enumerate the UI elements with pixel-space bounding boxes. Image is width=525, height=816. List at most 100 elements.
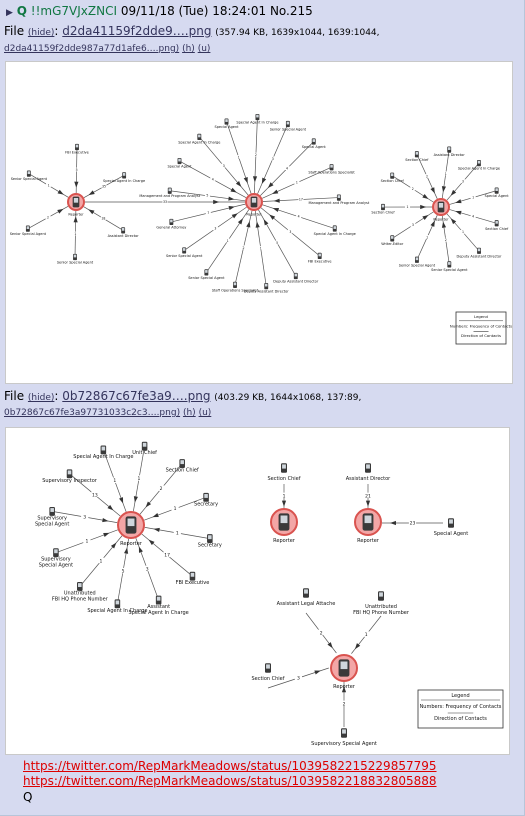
phone-screen-icon	[208, 535, 212, 540]
attached-image-2[interactable]: 1 Unit Chief 2 Section Chief 1 Secretary 1 Secr…	[5, 427, 510, 755]
direction-arrow-icon	[246, 221, 251, 228]
contact-node-label: Assistant Legal Attache	[277, 601, 336, 607]
contact-node-label: Assistant Director	[108, 234, 140, 238]
phone-screen-icon	[379, 592, 383, 597]
file-name-link[interactable]: 0b72867c67fe3a9….png	[62, 389, 210, 403]
direction-arrow-icon	[57, 208, 64, 214]
contact-count: 17	[299, 198, 303, 202]
file-u-link[interactable]: (u)	[198, 44, 211, 54]
contact-node-label: Section Chief	[485, 227, 509, 231]
phone-screen-icon	[304, 589, 308, 594]
twitter-link-1[interactable]: https://twitter.com/RepMarkMeadows/statu…	[23, 759, 437, 774]
contact-node-label: Special Agent In Charge	[87, 608, 147, 614]
direction-arrow-icon	[152, 513, 159, 518]
direction-arrow-icon	[73, 216, 78, 223]
phone-screen-icon	[264, 283, 268, 287]
file-meta: (403.29 KB, 1644x1068, 137:89,	[214, 393, 362, 403]
contact-node-label: Unit Chief	[132, 450, 157, 456]
contact-count: 4	[286, 167, 288, 171]
legend-title: Legend	[451, 693, 469, 699]
poster-name: Q	[16, 4, 27, 18]
phone-screen-icon	[477, 160, 481, 164]
contact-node-label: FBI HQ Phone Number	[353, 610, 410, 616]
phone-screen-icon	[330, 164, 333, 168]
direction-arrow-icon	[422, 193, 429, 199]
contact-node-label: Section Chief	[166, 468, 199, 474]
file-h-link[interactable]: (h)	[183, 408, 196, 418]
direction-arrow-icon	[255, 221, 260, 228]
contact-count: 3	[462, 180, 464, 184]
contact-count: 5	[122, 569, 125, 575]
contact-count: 4	[298, 215, 300, 219]
file-label: File	[4, 389, 25, 403]
direction-arrow-icon	[420, 204, 427, 210]
phone-screen-icon	[366, 464, 370, 469]
direction-arrow-icon	[228, 196, 235, 201]
contact-node-label: Management and Program Analyst	[309, 201, 370, 205]
file-hide-link[interactable]: (hide)	[28, 393, 54, 403]
contact-node-label: Section Chief	[381, 179, 405, 183]
attached-image-1[interactable]: 1 Senior Special Agent 5 FBI Executive 35 Spe…	[5, 61, 513, 384]
post-signature: Q	[23, 790, 33, 804]
direction-arrow-icon	[441, 186, 447, 193]
direction-arrow-icon	[430, 187, 435, 194]
direction-arrow-icon	[422, 215, 429, 221]
direction-arrow-icon	[327, 642, 333, 649]
contact-count: 1	[174, 506, 177, 512]
direction-arrow-icon	[88, 209, 95, 215]
direction-arrow-icon	[271, 189, 279, 194]
phone-screen-icon	[381, 204, 385, 208]
contact-node-label: Senior Special Agent	[431, 268, 468, 272]
contact-node-label: Supervisory Inspector	[42, 478, 98, 484]
file-fullname-line-1: d2da41159f2dde987a77d1afe6….png) (h) (u)	[4, 44, 210, 54]
phone-screen-icon	[256, 114, 259, 118]
post-menu-arrow-icon[interactable]: ▶	[6, 8, 13, 18]
phone-screen-icon	[127, 518, 135, 527]
post-container: ▶ Q !!mG7VJxZNCI 09/11/18 (Tue) 18:24:01…	[0, 0, 525, 816]
contact-count: 1	[462, 230, 464, 234]
contact-count: 3	[289, 230, 291, 234]
contact-node-label: Special Agent In Charge	[458, 167, 500, 171]
phone-screen-icon	[198, 134, 201, 138]
contact-node-label: Management and Program Analyst	[139, 194, 200, 198]
contact-node-label: Deputy Assistant Director	[273, 280, 319, 284]
post-number[interactable]: No.215	[270, 4, 313, 18]
phone-screen-icon	[75, 144, 79, 148]
contact-node-label: Senior Special Agent	[270, 128, 307, 132]
contact-node-label: Secretary	[194, 501, 218, 507]
file-fullname-link[interactable]: d2da41159f2dde987a77d1afe6….png)	[4, 44, 179, 54]
direction-arrow-icon	[102, 518, 109, 523]
file-h-link[interactable]: (h)	[182, 44, 195, 54]
reporter-label: Reporter	[273, 538, 296, 544]
contact-node-label: Special Agent In Charge	[103, 179, 145, 183]
file-hide-link[interactable]: (hide)	[28, 28, 54, 38]
contact-count: 1	[445, 172, 447, 176]
contact-count: 2	[160, 486, 163, 492]
twitter-link-2[interactable]: https://twitter.com/RepMarkMeadows/statu…	[23, 774, 437, 789]
contact-count: 23	[410, 520, 416, 526]
phone-screen-icon	[73, 254, 77, 258]
contact-count: 1	[365, 632, 368, 638]
direction-arrow-icon	[441, 221, 447, 228]
reporter-label: Reporter	[333, 684, 356, 690]
legend-title: Legend	[474, 314, 489, 319]
contact-count: 4	[472, 214, 474, 218]
contact-node-label: Secretary	[198, 543, 222, 549]
post-links: https://twitter.com/RepMarkMeadows/statu…	[23, 759, 437, 789]
file-name-link[interactable]: d2da41159f2dde9….png	[62, 24, 211, 38]
phone-screen-icon	[449, 519, 453, 524]
phone-screen-icon	[280, 515, 288, 524]
file-info-1: File (hide): d2da41159f2dde9….png (357.9…	[4, 24, 380, 38]
contact-count: 5	[276, 241, 278, 245]
contact-node-label: Special Agent	[434, 531, 468, 537]
phone-screen-icon	[182, 248, 186, 251]
direction-arrow-icon	[261, 177, 267, 184]
direction-arrow-icon	[263, 219, 269, 226]
phone-screen-icon	[205, 270, 208, 273]
file-fullname-link[interactable]: 0b72867c67fe3a97731033c2c3….png)	[4, 408, 180, 418]
file-u-link[interactable]: (u)	[199, 408, 212, 418]
phone-screen-icon	[438, 203, 444, 208]
contact-count: 2	[320, 630, 323, 636]
direction-arrow-icon	[228, 205, 235, 211]
direction-arrow-icon	[57, 189, 64, 195]
